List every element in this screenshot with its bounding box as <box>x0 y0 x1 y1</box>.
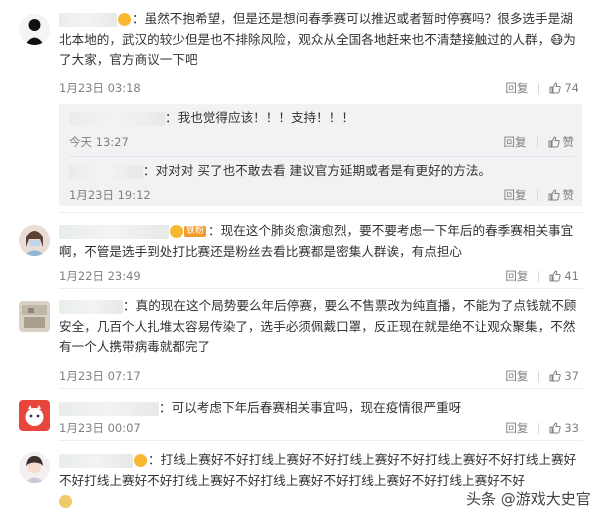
reply-text: ：我也觉得应该！！！支持！！！ <box>69 108 574 129</box>
reply-button[interactable]: 回复 <box>505 269 528 283</box>
timestamp: 1月23日 19:12 <box>69 188 151 202</box>
comment-actions: 回复 74 <box>505 80 579 96</box>
reply-actions: 回复 赞 <box>504 187 575 203</box>
emoji-icon <box>59 495 72 508</box>
divider <box>536 136 538 148</box>
reply-button[interactable]: 回复 <box>505 81 528 95</box>
like-count: 41 <box>564 269 579 283</box>
fan-badge: 铁粉 <box>184 226 207 237</box>
timestamp: 1月23日 07:17 <box>59 369 141 383</box>
avatar[interactable] <box>19 452 50 483</box>
comment-actions: 回复 41 <box>505 268 579 284</box>
reply-button[interactable]: 回复 <box>505 421 528 435</box>
like-icon[interactable] <box>548 136 560 148</box>
divider <box>538 82 540 94</box>
like-label[interactable]: 赞 <box>563 135 575 149</box>
divider <box>536 189 538 201</box>
divider <box>538 270 540 282</box>
reply-button[interactable]: 回复 <box>504 135 527 149</box>
like-count: 33 <box>564 421 579 435</box>
watermark: 头条 @游戏大史官 <box>466 490 591 508</box>
avatar[interactable] <box>19 301 50 332</box>
like-icon[interactable] <box>549 422 562 434</box>
comment-text: ：可以考虑下年后春赛相关事宜吗，现在疫情很严重呀 <box>59 398 584 419</box>
divider <box>538 422 540 434</box>
timestamp: 今天 13:27 <box>69 135 129 149</box>
username[interactable] <box>59 299 123 314</box>
like-count: 74 <box>564 81 579 95</box>
timestamp: 1月23日 03:18 <box>59 81 141 95</box>
reply-button[interactable]: 回复 <box>505 369 528 383</box>
reply-text: ：对对对 买了也不敢去看 建议官方延期或者是有更好的方法。 <box>69 161 574 182</box>
like-label[interactable]: 赞 <box>563 188 575 202</box>
timestamp: 1月22日 23:49 <box>59 269 141 283</box>
username[interactable] <box>59 12 117 27</box>
like-icon[interactable] <box>548 189 560 201</box>
avatar[interactable] <box>19 400 50 431</box>
comment-text: ：真的现在这个局势要么年后停赛，要么不售票改为纯直播，不能为了点钱就不顾安全，几… <box>59 298 577 354</box>
username[interactable] <box>59 224 169 239</box>
like-icon[interactable] <box>549 82 562 94</box>
comment-actions: 回复 37 <box>505 368 579 384</box>
like-icon[interactable] <box>549 270 562 282</box>
comment-text: 铁粉 ：现在这个肺炎愈演愈烈，要不要考虑一下年后的春季赛相关事宜啊，不管是选手到处… <box>59 223 574 259</box>
avatar[interactable] <box>19 225 50 256</box>
divider <box>59 212 583 213</box>
comment-actions: 回复 33 <box>505 420 579 436</box>
username[interactable] <box>69 111 165 126</box>
timestamp: 1月23日 00:07 <box>59 421 141 435</box>
reply-list: ：我也觉得应该！！！支持！！！ 今天 13:27 回复赞 ：对对对 买了也不敢去… <box>59 104 582 206</box>
like-icon[interactable] <box>549 370 562 382</box>
reply-actions: 回复 赞 <box>504 134 575 150</box>
divider <box>538 370 540 382</box>
username[interactable] <box>59 401 159 416</box>
divider <box>69 156 574 157</box>
divider <box>59 440 583 441</box>
divider <box>59 388 583 389</box>
divider <box>59 288 583 289</box>
badge-icon <box>134 454 147 467</box>
username[interactable] <box>59 453 133 468</box>
avatar[interactable] <box>19 14 50 45</box>
username[interactable] <box>69 164 143 179</box>
reply-button[interactable]: 回复 <box>504 188 527 202</box>
badge-icon <box>170 225 183 238</box>
badge-icon <box>118 13 131 26</box>
like-count: 37 <box>564 369 579 383</box>
comment-text: ：虽然不抱希望，但是还是想问春季赛可以推迟或者暂时停赛吗？很多选手是湖北本地的，… <box>59 11 576 67</box>
